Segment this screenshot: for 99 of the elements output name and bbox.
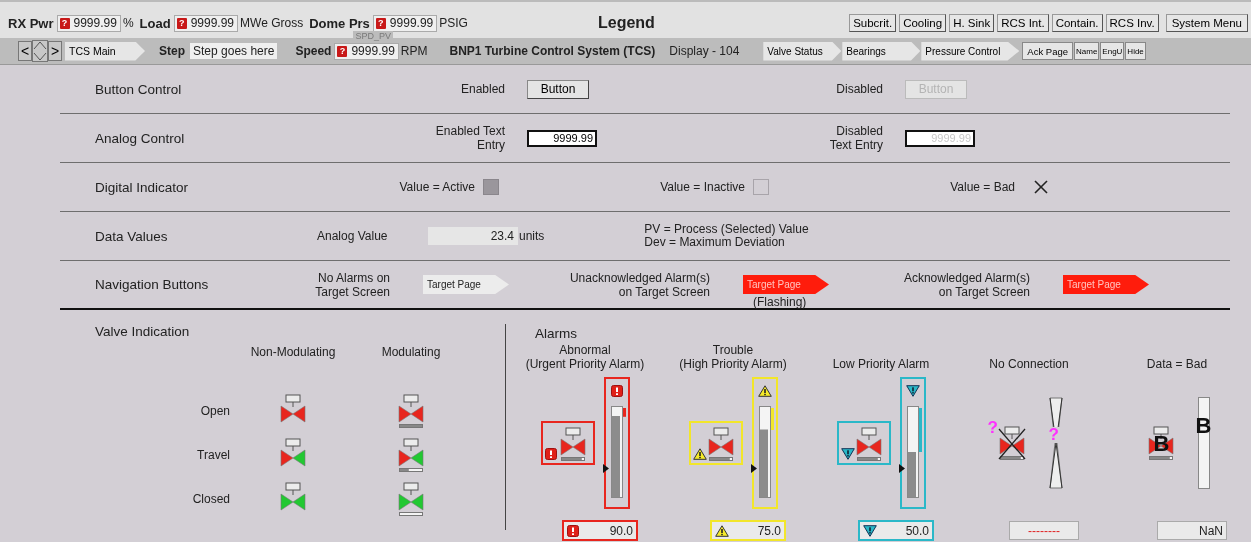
- valve-icon: [395, 394, 427, 428]
- question-mark: ?: [987, 418, 998, 438]
- urgent-alarm-icon: [544, 448, 557, 460]
- warning-triangle-icon: [692, 448, 707, 460]
- menu-button[interactable]: Cooling: [899, 14, 947, 32]
- toolbar-button[interactable]: Name: [1074, 42, 1100, 60]
- toolbar-button[interactable]: Ack Page: [1022, 42, 1073, 60]
- back-button[interactable]: <: [18, 41, 32, 61]
- alarm-caption: Low Priority Alarm: [832, 356, 930, 371]
- unit-label: %: [122, 16, 134, 30]
- legend-note: Dev = Maximum Deviation: [644, 236, 786, 249]
- section-title: Alarms: [534, 326, 578, 341]
- caption: Analog Value: [317, 229, 389, 243]
- readout-label: Speed: [295, 44, 332, 58]
- system-title: BNP1 Turbine Control System (TCS): [449, 44, 656, 58]
- bad-quality-flag: ?: [375, 17, 386, 29]
- caption: Acknowledged Alarm(s) on Target Screen: [902, 270, 1030, 299]
- row-title: Digital Indicator: [94, 179, 190, 195]
- section-title: Valve Indication: [94, 324, 191, 339]
- readout-label: Load: [139, 15, 171, 31]
- caption: Enabled: [459, 82, 505, 96]
- x-mark-icon: [1033, 179, 1049, 195]
- alarm-caption: Abnormal (Urgent Priority Alarm): [525, 342, 645, 371]
- value-field: 23.4: [428, 227, 518, 245]
- column-header: Modulating: [380, 345, 442, 361]
- warning-triangle-icon: [757, 385, 772, 397]
- legend-note: PV = Process (Selected) Value: [644, 223, 809, 236]
- alarm-caption: Data = Bad: [1146, 356, 1208, 371]
- caption: Enabled Text Entry: [434, 124, 505, 152]
- menu-button[interactable]: RCS Int.: [997, 14, 1049, 32]
- toolbar-button[interactable]: Hide: [1125, 42, 1146, 60]
- menu-button[interactable]: System Menu: [1165, 14, 1248, 32]
- row-label: Travel: [196, 448, 230, 462]
- row-title: Analog Control: [94, 130, 186, 146]
- filled-square-icon: [483, 179, 499, 195]
- inverted-triangle-icon: [863, 524, 877, 537]
- readout-value: 9999.99: [190, 16, 235, 30]
- step-field: Step goes here: [190, 43, 278, 59]
- display-title: Legend: [598, 14, 656, 32]
- bad-quality-flag: ?: [337, 45, 348, 57]
- readout-label: RX Pwr: [8, 15, 54, 31]
- page-tab[interactable]: TCS Main: [65, 41, 145, 61]
- page-tab[interactable]: Valve Status: [763, 41, 842, 61]
- bad-quality-flag: ?: [176, 17, 187, 29]
- question-mark: ?: [1047, 427, 1060, 443]
- menu-button[interactable]: Subcrit.: [849, 14, 897, 32]
- row-label: Open: [199, 404, 230, 418]
- text-entry-field[interactable]: 9999.99: [527, 129, 597, 147]
- readout-value: 9999.99: [351, 44, 395, 58]
- inverted-triangle-icon: [905, 385, 920, 397]
- valve-icon: [395, 482, 427, 516]
- value-text: NaN: [1199, 523, 1223, 538]
- urgent-alarm-icon: [567, 524, 579, 537]
- unit-label: MWe Gross: [240, 16, 304, 30]
- value-text: --------: [1028, 523, 1060, 538]
- value-text: 75.0: [757, 523, 781, 538]
- row-label: Closed: [191, 492, 230, 506]
- urgent-alarm-icon: [610, 385, 623, 397]
- row-title: Data Values: [94, 228, 169, 244]
- alarm-caption: No Connection: [989, 356, 1069, 371]
- readout-value: 9999.99: [73, 16, 117, 30]
- menu-button[interactable]: H. Sink: [949, 14, 995, 32]
- caption: Disabled: [835, 82, 883, 96]
- unit-label: units: [519, 229, 545, 243]
- alarm-caption: Trouble (High Priority Alarm): [679, 342, 787, 371]
- caption: Value = Inactive: [659, 180, 745, 194]
- display-number: Display - 104: [669, 44, 740, 58]
- menu-button[interactable]: Contain.: [1051, 14, 1103, 32]
- caption: Unacknowledged Alarm(s) on Target Screen: [568, 270, 710, 299]
- row-title: Navigation Buttons: [94, 277, 210, 292]
- menu-button[interactable]: RCS Inv.: [1105, 14, 1159, 32]
- unit-label: PSIG: [439, 16, 468, 30]
- bad-quality-flag: ?: [59, 17, 70, 29]
- page-tab[interactable]: Bearings: [842, 41, 921, 61]
- readout-label: Dome Prs: [309, 15, 370, 31]
- bad-data-mark: B: [1195, 413, 1212, 439]
- caption: Value = Active: [398, 180, 475, 194]
- tag-name: SPD_PV: [353, 30, 393, 41]
- unit-label: RPM: [400, 44, 428, 58]
- caption: Disabled Text Entry: [828, 124, 883, 152]
- warning-triangle-icon: [715, 524, 729, 537]
- up-down-arrows-icon[interactable]: [32, 40, 48, 62]
- caption: (Flashing): [753, 295, 807, 309]
- caption: No Alarms on Target Screen: [314, 270, 390, 299]
- inverted-triangle-icon: [840, 448, 855, 460]
- row-title: Button Control: [94, 81, 183, 97]
- page-tab[interactable]: Pressure Control: [921, 41, 1020, 61]
- demo-button[interactable]: Button: [527, 79, 589, 99]
- caption: Value = Bad: [949, 180, 1015, 194]
- toolbar-button[interactable]: EngU: [1100, 42, 1125, 60]
- column-header: Non-Modulating: [249, 345, 337, 361]
- empty-square-icon: [753, 179, 769, 195]
- value-text: 90.0: [609, 523, 633, 538]
- forward-button[interactable]: >: [48, 41, 62, 61]
- readout-value: 9999.99: [389, 16, 434, 30]
- valve-icon: [395, 438, 427, 472]
- target-page-button[interactable]: Target Page: [423, 275, 509, 294]
- step-label: Step: [159, 44, 185, 58]
- value-text: 50.0: [905, 523, 929, 538]
